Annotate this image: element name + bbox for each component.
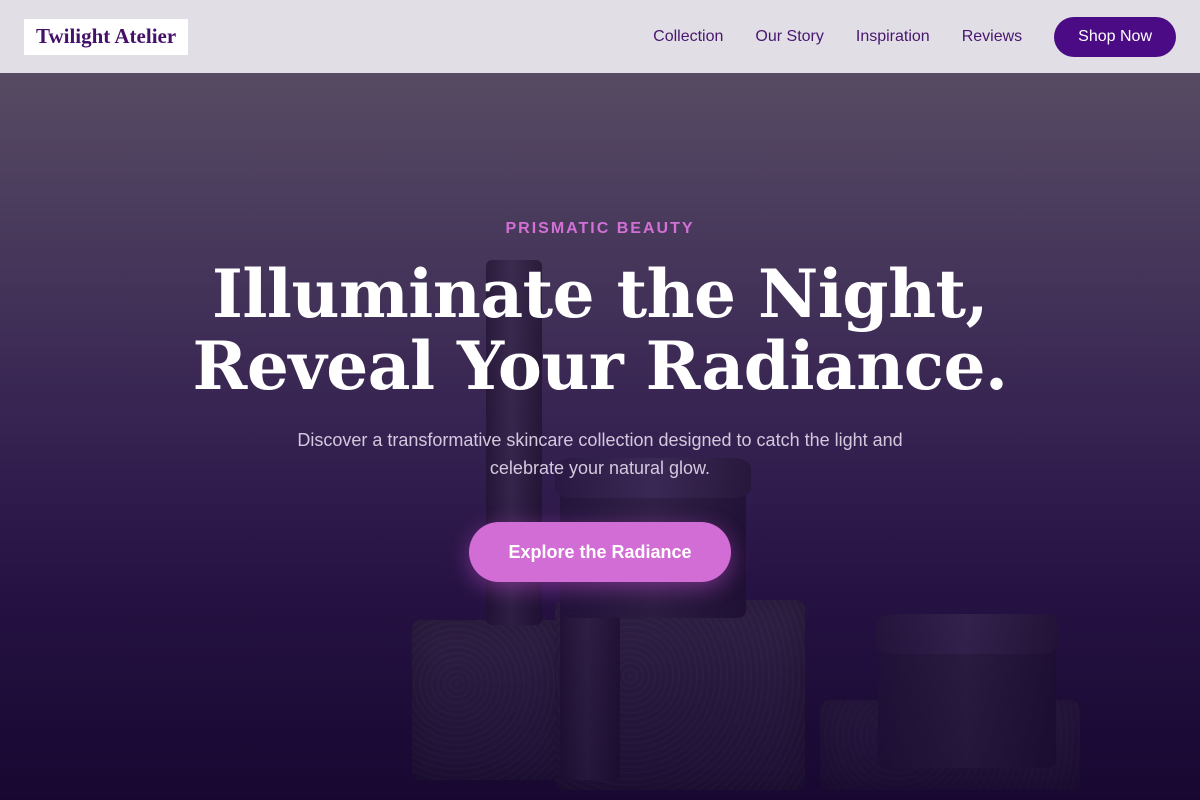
shop-now-button[interactable]: Shop Now — [1054, 16, 1176, 57]
hero-section: PRISMATIC BEAUTY Illuminate the Night, R… — [0, 0, 1200, 800]
nav-link-inspiration[interactable]: Inspiration — [856, 28, 930, 46]
brand-logo[interactable]: Twilight Atelier — [24, 18, 189, 55]
nav-link-our-story[interactable]: Our Story — [755, 28, 823, 46]
explore-radiance-button[interactable]: Explore the Radiance — [469, 522, 731, 582]
hero-eyebrow: PRISMATIC BEAUTY — [505, 220, 695, 237]
hero-headline-line-1: Illuminate the Night, — [211, 255, 989, 333]
nav-menu: Collection Our Story Inspiration Reviews… — [653, 16, 1176, 57]
hero-headline-line-2: Reveal Your Radiance. — [192, 327, 1008, 405]
nav-link-reviews[interactable]: Reviews — [962, 28, 1022, 46]
navbar: Twilight Atelier Collection Our Story In… — [0, 0, 1200, 73]
hero-subtext: Discover a transformative skincare colle… — [297, 430, 903, 478]
hero-headline: Illuminate the Night, Reveal Your Radian… — [0, 258, 1200, 402]
nav-link-collection[interactable]: Collection — [653, 28, 723, 46]
